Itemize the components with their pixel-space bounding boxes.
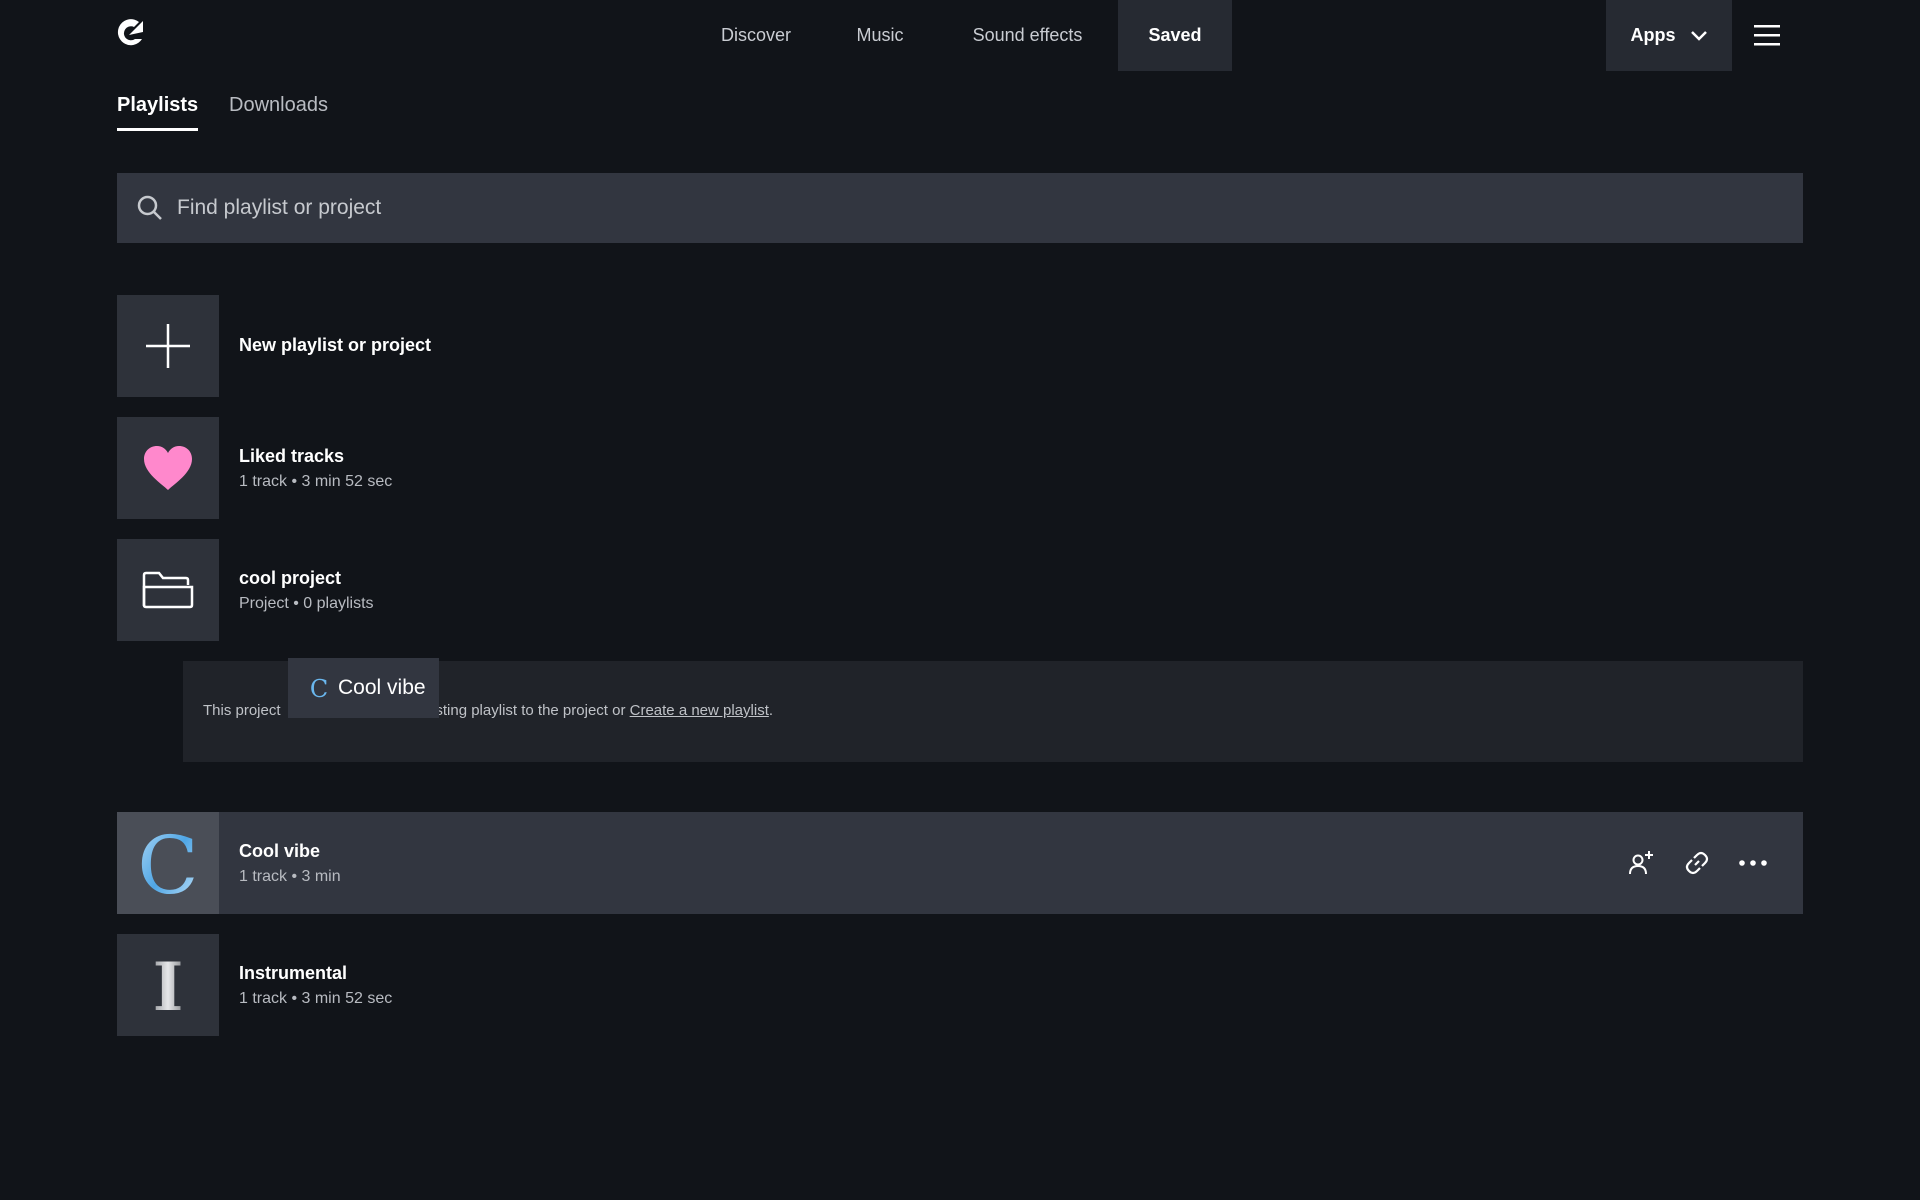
plus-icon [146,324,190,368]
nav-discover[interactable]: Discover [702,0,810,71]
row-subtitle: 1 track • 3 min [239,868,341,885]
heart-icon [144,446,192,490]
top-header: Discover Music Sound effects Saved Apps [0,0,1920,71]
svg-text:I: I [153,950,184,1020]
add-collaborator-button[interactable] [1613,835,1669,891]
create-new-playlist-link[interactable]: Create a new playlist [630,702,769,719]
more-options-button[interactable] [1725,835,1781,891]
liked-tracks-thumb [117,417,219,519]
empty-text-middle: xisting playlist to the project or [424,702,630,719]
project-thumb [117,539,219,641]
svg-text:C: C [310,676,328,700]
row-subtitle: Project • 0 playlists [239,595,374,612]
apps-label: Apps [1630,25,1676,45]
search-icon [137,195,162,220]
row-subtitle: 1 track • 3 min 52 sec [239,473,393,490]
row-title: cool project [239,568,342,588]
row-title: Cool vibe [239,841,321,861]
hamburger-menu-icon[interactable] [1752,22,1782,48]
row-actions [1613,812,1781,914]
new-playlist-thumb [117,295,219,397]
new-playlist-row[interactable]: New playlist or project [117,295,1803,397]
nav-music[interactable]: Music [836,0,924,71]
row-subtitle: 1 track • 3 min 52 sec [239,990,393,1007]
empty-text-start: This project [203,702,281,719]
empty-text-end: . [768,702,774,719]
folder-icon [142,571,194,609]
svg-text:C: C [137,823,198,903]
tab-downloads[interactable]: Downloads [229,94,328,117]
row-title: Instrumental [239,963,348,983]
nav-saved[interactable]: Saved [1118,0,1232,71]
row-title: Liked tracks [239,446,345,466]
row-title: New playlist or project [239,335,432,355]
cool-vibe-letter-icon: C [310,676,328,700]
tab-playlists[interactable]: Playlists [117,94,198,117]
cool-vibe-thumb: C [117,812,219,914]
instrumental-thumb: I [117,934,219,1036]
drag-preview-label: Cool vibe [338,676,426,699]
active-tab-indicator [117,128,198,131]
search-input[interactable] [177,173,1803,243]
instrumental-letter-icon: I [153,950,184,1020]
link-icon [1685,851,1709,875]
search-bar [117,173,1803,243]
drag-preview: C Cool vibe [288,658,439,718]
copy-link-button[interactable] [1669,835,1725,891]
cool-vibe-letter-icon: C [137,823,198,903]
nav-sound-effects[interactable]: Sound effects [950,0,1105,71]
project-row[interactable]: cool project Project • 0 playlists [117,539,1803,641]
chevron-down-icon [1690,30,1707,41]
instrumental-row[interactable]: I Instrumental 1 track • 3 min 52 sec [117,934,1803,1036]
apps-button[interactable]: Apps [1606,0,1732,71]
liked-tracks-row[interactable]: Liked tracks 1 track • 3 min 52 sec [117,417,1803,519]
cool-vibe-row[interactable]: C Cool vibe 1 track • 3 min [117,812,1803,914]
more-horizontal-icon [1739,860,1767,866]
add-user-icon [1629,851,1653,875]
